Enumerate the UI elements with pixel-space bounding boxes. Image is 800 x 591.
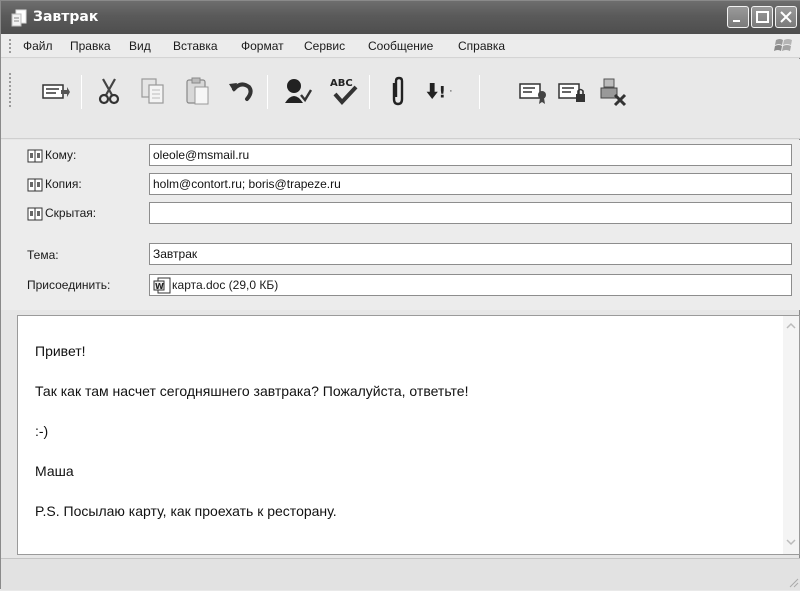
svg-text:W: W [155, 282, 164, 291]
menu-insert[interactable]: Вставка [173, 39, 218, 53]
status-bar [1, 558, 800, 590]
toolbar-separator [479, 75, 480, 109]
bcc-label[interactable]: Скрытая: [45, 206, 96, 220]
work-offline-icon [600, 78, 627, 107]
subject-label: Тема: [27, 248, 59, 262]
sign-button[interactable] [517, 75, 549, 107]
cc-label[interactable]: Копия: [45, 177, 82, 191]
message-body[interactable]: Привет! Так как там насчет сегодняшнего … [17, 315, 800, 555]
toolbar-separator [81, 75, 82, 109]
toolbar-separator [267, 75, 268, 109]
title-bar[interactable]: Завтрак [1, 1, 800, 34]
close-button[interactable] [775, 6, 797, 28]
to-label[interactable]: Кому: [45, 148, 76, 162]
undo-icon [229, 82, 253, 101]
send-button[interactable] [39, 75, 71, 107]
paste-button[interactable] [182, 75, 214, 107]
subject-field[interactable]: Завтрак [149, 243, 792, 265]
minimize-icon [733, 20, 740, 22]
body-line: Так как там насчет сегодняшнего завтрака… [35, 383, 469, 399]
attach-icon [392, 76, 404, 106]
menu-message[interactable]: Сообщение [368, 39, 433, 53]
address-book-icon[interactable] [27, 178, 43, 192]
encrypt-button[interactable] [556, 75, 588, 107]
spelling-button[interactable]: ABC [327, 75, 359, 107]
priority-dropdown-arrow: · [449, 85, 453, 97]
menu-view[interactable]: Вид [129, 39, 151, 53]
menu-edit[interactable]: Правка [70, 39, 111, 53]
menu-bar: Файл Правка Вид Вставка Формат Сервис Со… [1, 34, 800, 58]
close-icon [780, 11, 792, 23]
message-icon [11, 9, 27, 27]
to-field[interactable]: oleole@msmail.ru [149, 144, 792, 166]
window-title: Завтрак [33, 9, 99, 25]
toolbar-grip[interactable] [9, 73, 11, 107]
copy-button[interactable] [137, 75, 169, 107]
windows-logo-icon [773, 35, 795, 57]
check-names-icon [285, 79, 313, 103]
body-line: Привет! [35, 343, 86, 359]
attach-label: Присоединить: [27, 278, 111, 292]
priority-button[interactable]: ! · [425, 75, 465, 107]
scroll-down-icon[interactable] [785, 536, 797, 548]
bcc-field[interactable] [149, 202, 792, 224]
word-document-icon[interactable]: W [153, 277, 171, 294]
spelling-abc-text: ABC [330, 78, 353, 89]
scroll-up-icon[interactable] [785, 320, 797, 332]
cc-field[interactable]: holm@contort.ru; boris@trapeze.ru [149, 173, 792, 195]
resize-grip-icon[interactable] [787, 576, 799, 588]
compose-window: Завтрак Файл Правка Вид Вставка Формат С… [0, 0, 800, 590]
spelling-icon: ABC [330, 78, 358, 105]
paste-icon [186, 77, 209, 105]
menu-format[interactable]: Формат [241, 39, 284, 53]
priority-icon: ! · [426, 82, 453, 101]
vertical-scrollbar[interactable] [783, 316, 799, 554]
menu-file[interactable]: Файл [23, 39, 53, 53]
body-line: Маша [35, 463, 74, 479]
maximize-button[interactable] [751, 6, 773, 28]
address-book-icon[interactable] [27, 207, 43, 221]
maximize-icon [756, 11, 769, 23]
toolbar: ABC ! · [1, 59, 800, 139]
priority-mark: ! [439, 82, 446, 101]
menu-tools[interactable]: Сервис [304, 39, 345, 53]
cut-icon [98, 78, 120, 105]
body-line: P.S. Посылаю карту, как проехать к ресто… [35, 503, 337, 519]
sign-icon [519, 83, 546, 104]
encrypt-icon [558, 83, 585, 102]
copy-icon [141, 78, 164, 104]
body-line: :-) [35, 423, 49, 439]
check-names-button[interactable] [281, 75, 313, 107]
address-book-icon[interactable] [27, 149, 43, 163]
attachment-item[interactable]: карта.doc (29,0 КБ) [172, 278, 278, 292]
menu-help[interactable]: Справка [458, 39, 505, 53]
work-offline-button[interactable] [597, 75, 629, 107]
cut-button[interactable] [93, 75, 125, 107]
send-icon [42, 84, 70, 99]
toolbar-separator [369, 75, 370, 109]
attach-button[interactable] [381, 75, 413, 107]
undo-button[interactable] [225, 75, 257, 107]
attach-field[interactable]: W карта.doc (29,0 КБ) [149, 274, 792, 296]
minimize-button[interactable] [727, 6, 749, 28]
header-fields: Кому: oleole@msmail.ru Копия: holm@conto… [1, 140, 800, 310]
menu-grip[interactable] [9, 39, 11, 53]
